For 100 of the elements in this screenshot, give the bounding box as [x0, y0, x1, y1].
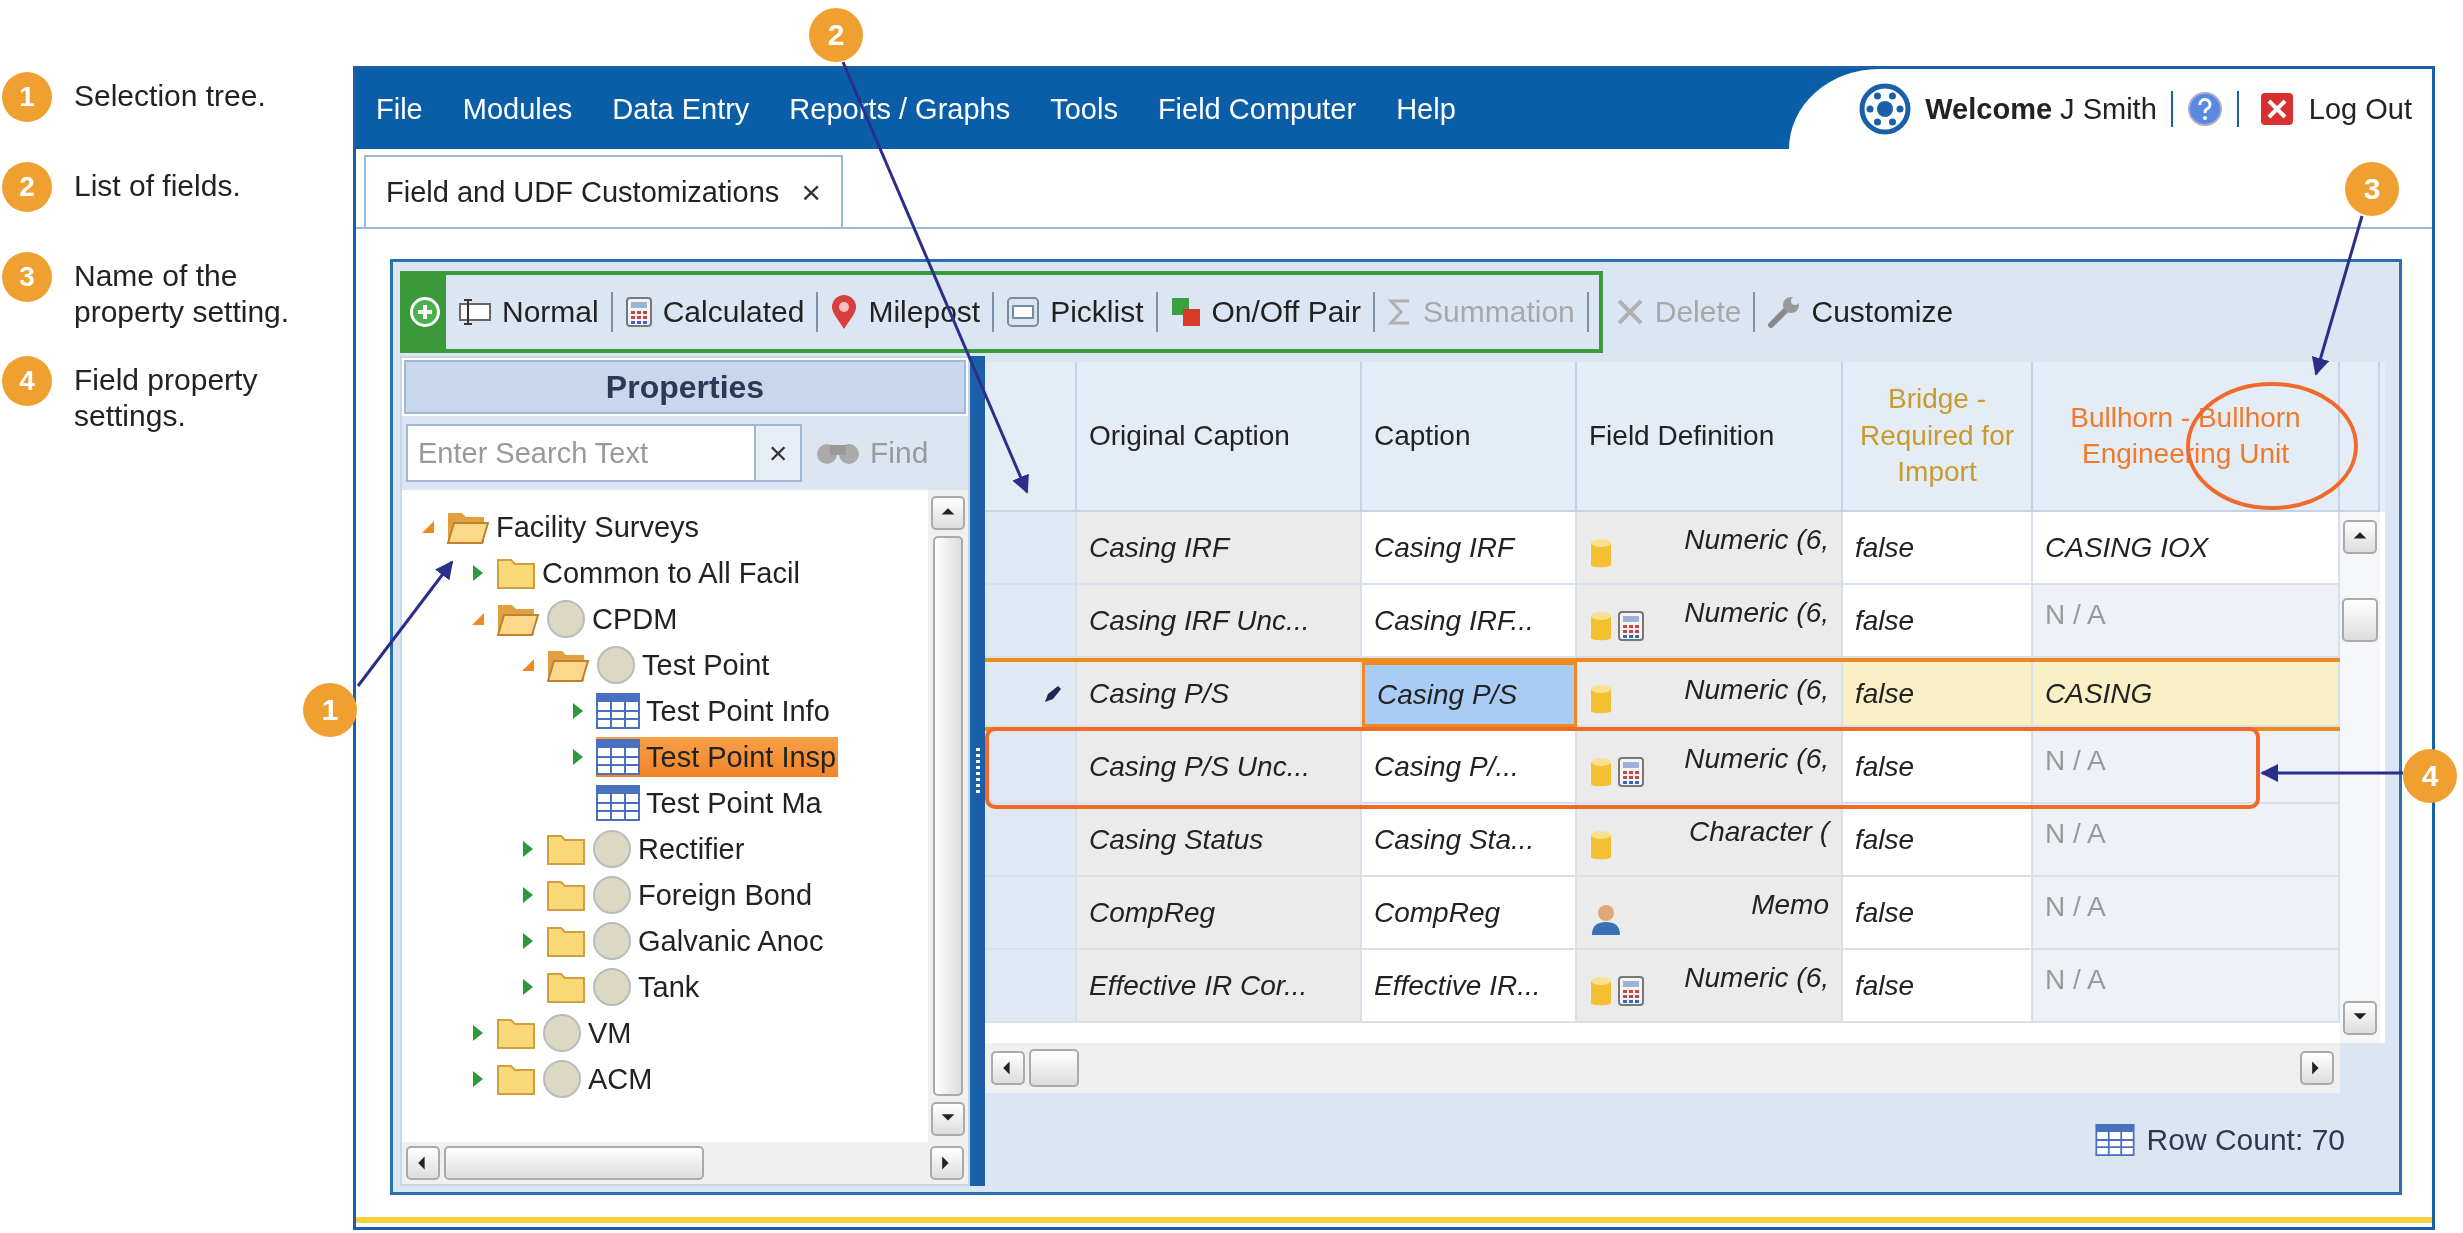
- search-field[interactable]: Enter Search Text: [406, 424, 756, 482]
- menu-item[interactable]: Modules: [442, 92, 593, 126]
- menu-item[interactable]: Tools: [1030, 92, 1138, 126]
- calculator-icon: [624, 296, 653, 328]
- scroll-thumb[interactable]: [2342, 598, 2378, 642]
- expanded-arrow-icon[interactable]: [521, 658, 535, 672]
- number-badge: 2: [809, 8, 863, 62]
- panel-title: Properties: [404, 360, 966, 414]
- calculator-icon: [1617, 609, 1645, 642]
- expand-arrow-icon[interactable]: [472, 564, 484, 582]
- expanded-arrow-icon[interactable]: [471, 612, 485, 626]
- tab[interactable]: Field and UDF Customizations ×: [364, 155, 844, 227]
- clear-button[interactable]: ×: [756, 424, 802, 482]
- grip-icon[interactable]: [974, 746, 981, 796]
- toolbar-button[interactable]: On/Off Pair: [1157, 292, 1376, 332]
- folder-icon: [496, 556, 536, 590]
- tree-item[interactable]: CPDM: [496, 599, 680, 639]
- calculator-icon: [1617, 974, 1645, 1007]
- tree-item[interactable]: Common to All Facil: [496, 553, 802, 593]
- circle-icon: [592, 921, 632, 961]
- table-icon: [596, 785, 640, 821]
- add-icon: [408, 295, 442, 329]
- tree-item[interactable]: Tank: [546, 967, 702, 1007]
- table-cell: Effective IR Cor...: [1077, 950, 1362, 1023]
- field-definition-text: Character (: [1688, 816, 1829, 848]
- scroll-left-button[interactable]: [991, 1051, 1025, 1085]
- scroll-thumb[interactable]: [933, 536, 963, 1096]
- scroll-right-button[interactable]: [930, 1146, 964, 1180]
- circle-icon: [546, 599, 586, 639]
- tree-item[interactable]: Test Point Insp: [596, 737, 839, 777]
- vertical-scrollbar[interactable]: [928, 490, 968, 1142]
- toolbar-button[interactable]: Picklist: [994, 292, 1158, 332]
- menu-item[interactable]: Field Computer: [1137, 92, 1377, 126]
- field-definition-text: Numeric (6,: [1684, 524, 1829, 556]
- scroll-left-button[interactable]: [406, 1146, 440, 1180]
- toolbar-button[interactable]: Normal: [446, 292, 613, 332]
- folder-icon: [546, 970, 586, 1004]
- toolbar-button[interactable]: Customize: [1755, 292, 1966, 332]
- scroll-down-button[interactable]: [2343, 1001, 2377, 1035]
- table-cell: N / A: [2033, 731, 2340, 804]
- scroll-thumb[interactable]: [444, 1146, 704, 1180]
- scroll-up-button[interactable]: [2343, 520, 2377, 554]
- menu-item[interactable]: Help: [1376, 92, 1476, 126]
- table-cell: Casing P/S: [1077, 662, 1362, 727]
- scroll-up-button[interactable]: [931, 496, 965, 530]
- circle-icon: [542, 1059, 582, 1099]
- row-count-text: Row Count: 70: [2146, 1122, 2345, 1157]
- field-definition-text: Numeric (6,: [1684, 743, 1829, 775]
- legend-text: Selection tree.: [74, 78, 267, 114]
- horizontal-scrollbar[interactable]: [985, 1043, 2340, 1093]
- scroll-down-button[interactable]: [931, 1102, 965, 1136]
- tree-item[interactable]: Test Point Ma: [596, 783, 824, 823]
- expand-arrow-icon[interactable]: [572, 748, 584, 766]
- horizontal-scrollbar[interactable]: [402, 1142, 968, 1184]
- scroll-right-button[interactable]: [2300, 1051, 2334, 1085]
- row-header[interactable]: [985, 804, 1077, 877]
- expand-arrow-icon[interactable]: [522, 840, 534, 858]
- table-cell: N / A: [2033, 804, 2340, 877]
- field-definition-text: Numeric (6,: [1684, 962, 1829, 994]
- close-square-icon: [2258, 91, 2295, 127]
- tree-item[interactable]: Test Point: [546, 645, 772, 685]
- table-cell[interactable]: Casing P/S: [1362, 662, 1577, 727]
- table-cell: Casing IRF Unc...: [1077, 585, 1362, 658]
- vertical-scrollbar[interactable]: [2340, 512, 2380, 1043]
- expand-arrow-icon[interactable]: [572, 702, 584, 720]
- legend-text: Name of the property setting.: [74, 258, 291, 330]
- wrench-icon: [1767, 295, 1802, 329]
- circle-icon: [596, 645, 636, 685]
- help-icon[interactable]: [2186, 91, 2223, 127]
- field-definition-text: Numeric (6,: [1684, 674, 1829, 706]
- menu-item[interactable]: Data Entry: [592, 92, 770, 126]
- tree-item[interactable]: Rectifier: [546, 829, 747, 869]
- expand-arrow-icon[interactable]: [522, 978, 534, 996]
- on-off-squares-icon: [1169, 296, 1202, 328]
- text-field-icon: [458, 296, 492, 328]
- welcome-text: Welcome J Smith: [1925, 92, 2157, 126]
- expand-arrow-icon[interactable]: [522, 932, 534, 950]
- tree-item[interactable]: VM: [496, 1013, 634, 1053]
- expand-arrow-icon[interactable]: [472, 1070, 484, 1088]
- tree-item[interactable]: ACM: [496, 1059, 655, 1099]
- menu-item[interactable]: Reports / Graphs: [769, 92, 1031, 126]
- expand-arrow-icon[interactable]: [522, 886, 534, 904]
- expand-arrow-icon[interactable]: [472, 1024, 484, 1042]
- toolbar-button[interactable]: Calculated: [612, 292, 819, 332]
- tree-item[interactable]: Test Point Info: [596, 691, 832, 731]
- close-icon[interactable]: ×: [801, 172, 822, 212]
- field-definition-text: Memo: [1751, 889, 1829, 921]
- table-icon: [596, 693, 640, 729]
- number-badge: 4: [2, 356, 52, 406]
- folder-icon: [546, 924, 586, 958]
- tree-item[interactable]: Galvanic Anoc: [546, 921, 826, 961]
- legend-text: Field property settings.: [74, 362, 259, 434]
- menu-item[interactable]: File: [356, 92, 443, 126]
- tree-item[interactable]: Facility Surveys: [446, 507, 702, 547]
- logout-button[interactable]: Log Out: [2252, 90, 2418, 128]
- expanded-arrow-icon[interactable]: [421, 520, 435, 534]
- tree-item[interactable]: Foreign Bond: [546, 875, 815, 915]
- list-icon: [1006, 296, 1041, 328]
- table-cell: Casing Status: [1077, 804, 1362, 877]
- scroll-thumb[interactable]: [1029, 1049, 1079, 1087]
